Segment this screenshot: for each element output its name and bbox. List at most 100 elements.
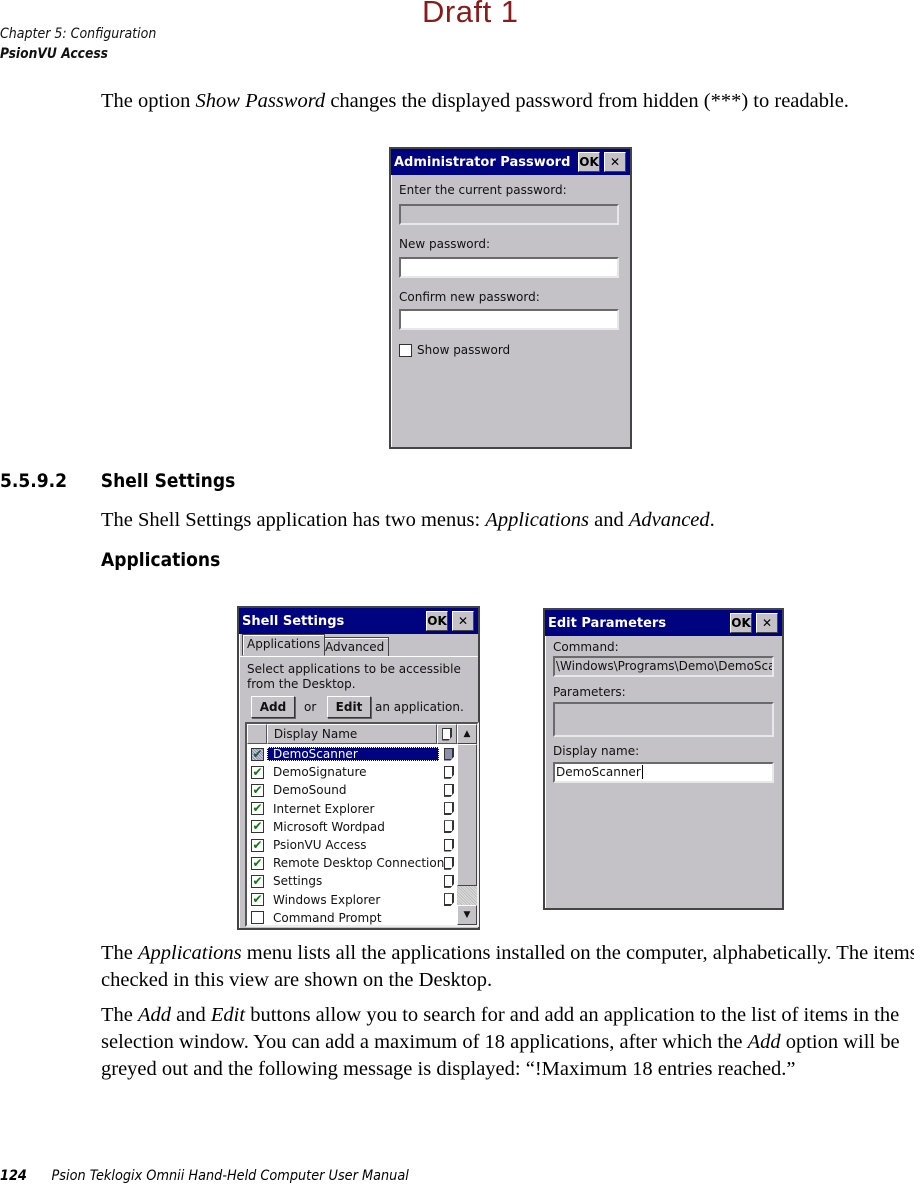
item-doc-cell — [439, 893, 459, 907]
check-icon: ✔ — [252, 746, 263, 761]
item-checkbox[interactable]: ✔ — [250, 782, 264, 797]
item-checkbox[interactable]: ✔ — [250, 819, 264, 834]
dialog-title: Administrator Password — [394, 154, 571, 170]
text: and — [171, 1004, 211, 1026]
list-item[interactable]: Command Prompt — [247, 909, 459, 925]
close-icon[interactable]: ✕ — [756, 613, 778, 633]
scrollbar[interactable]: ▲ ▼ — [457, 724, 477, 925]
item-checkbox[interactable]: ✔ — [250, 874, 264, 888]
item-checkbox[interactable]: ✔ — [250, 856, 264, 870]
command-field[interactable]: \Windows\Programs\Demo\DemoScan — [553, 656, 774, 677]
scroll-thumb[interactable] — [457, 744, 477, 886]
item-name: Settings — [273, 874, 323, 889]
document-icon — [444, 802, 454, 816]
list-item[interactable]: ✔ Remote Desktop Connection — [247, 854, 459, 872]
dialog-title-bar: Administrator Password OK ✕ — [391, 149, 630, 175]
show-password-checkbox[interactable] — [399, 343, 412, 357]
item-checkbox-cell[interactable]: ✔ — [247, 746, 267, 761]
scroll-down-button[interactable]: ▼ — [457, 905, 477, 925]
checkbox-column-header[interactable] — [247, 724, 267, 744]
dialog-title: Shell Settings — [242, 613, 345, 629]
item-name: Microsoft Wordpad — [273, 819, 385, 834]
item-name: DemoScanner — [267, 747, 439, 761]
document-icon — [444, 747, 454, 761]
ok-button[interactable]: OK — [426, 611, 448, 631]
description-text: Select applications to be accessible fro… — [247, 662, 461, 691]
command-label: Command: — [553, 640, 619, 654]
display-name-value: DemoScanner — [556, 765, 641, 779]
item-checkbox-cell[interactable] — [247, 911, 267, 925]
close-icon[interactable]: ✕ — [452, 611, 474, 631]
administrator-password-dialog: Administrator Password OK ✕ Enter the cu… — [389, 147, 632, 449]
text: . — [709, 509, 715, 531]
suffix-label: an application. — [375, 700, 464, 714]
dialog-title-bar: Edit Parameters OK ✕ — [545, 610, 782, 636]
item-name: Windows Explorer — [273, 892, 381, 907]
list-item[interactable]: ✔ Microsoft Wordpad — [247, 818, 459, 836]
close-icon[interactable]: ✕ — [604, 152, 626, 172]
item-checkbox-cell[interactable]: ✔ — [247, 782, 267, 797]
ok-button[interactable]: OK — [730, 613, 752, 633]
item-checkbox[interactable]: ✔ — [250, 801, 264, 816]
item-checkbox-cell[interactable]: ✔ — [247, 856, 267, 870]
edit-parameters-dialog: Edit Parameters OK ✕ Command: \Windows\P… — [543, 608, 784, 910]
scroll-track[interactable] — [457, 886, 477, 905]
confirm-password-field[interactable] — [399, 309, 619, 330]
edit-button[interactable]: Edit — [327, 696, 371, 718]
item-name: DemoSignature — [273, 765, 367, 780]
document-icon — [444, 783, 454, 797]
check-icon: ✔ — [252, 782, 263, 797]
tab-advanced[interactable]: Advanced — [320, 637, 390, 656]
current-password-field[interactable] — [399, 204, 619, 225]
intro-paragraph: The option Show Password changes the dis… — [101, 88, 914, 115]
item-checkbox[interactable]: ✔ — [250, 837, 264, 852]
item-checkbox-cell[interactable]: ✔ — [247, 801, 267, 816]
add-button[interactable]: Add — [251, 696, 295, 718]
item-doc-cell — [439, 856, 459, 870]
display-name-column-header[interactable]: Display Name — [266, 724, 438, 744]
document-icon — [444, 856, 454, 870]
add-edit-paragraph: The Add and Edit buttons allow you to se… — [101, 1002, 914, 1083]
item-doc-cell — [439, 838, 459, 852]
list-item[interactable]: ✔ DemoScanner — [247, 745, 459, 763]
item-checkbox-cell[interactable]: ✔ — [247, 764, 267, 779]
new-password-field[interactable] — [399, 257, 619, 278]
document-icon — [444, 874, 454, 888]
document-icon — [444, 820, 454, 834]
list-item[interactable]: ✔ DemoSound — [247, 781, 459, 799]
item-name: Internet Explorer — [273, 801, 375, 816]
list-item[interactable]: ✔ Settings — [247, 872, 459, 890]
chapter-header: Chapter 5: Configuration — [0, 26, 157, 42]
manual-title: Psion Teklogix Omnii Hand-Held Computer … — [51, 1168, 409, 1184]
text: The Shell Settings application has two m… — [101, 509, 486, 531]
new-password-label: New password: — [399, 237, 491, 251]
emphasis: Edit — [210, 1004, 246, 1026]
display-name-field[interactable]: DemoScanner — [553, 762, 774, 783]
check-icon: ✔ — [252, 819, 263, 834]
item-checkbox-cell[interactable]: ✔ — [247, 837, 267, 852]
show-password-row[interactable]: Show password — [399, 343, 510, 357]
parameters-field[interactable] — [553, 702, 774, 737]
tab-applications[interactable]: Applications — [242, 634, 326, 656]
check-icon: ✔ — [252, 764, 263, 779]
doc-column-header[interactable] — [437, 724, 457, 744]
show-password-label: Show password — [417, 343, 511, 357]
list-item[interactable]: ✔ Internet Explorer — [247, 800, 459, 818]
scroll-up-button[interactable]: ▲ — [457, 724, 477, 744]
list-item[interactable]: ✔ PsionVU Access — [247, 836, 459, 854]
ok-button[interactable]: OK — [578, 152, 600, 172]
item-checkbox[interactable]: ✔ — [250, 764, 264, 779]
item-checkbox[interactable] — [250, 911, 264, 925]
item-checkbox[interactable]: ✔ — [250, 892, 264, 907]
item-doc-cell — [439, 765, 459, 779]
check-icon: ✔ — [252, 801, 263, 816]
item-checkbox[interactable]: ✔ — [250, 746, 264, 761]
item-checkbox-cell[interactable]: ✔ — [247, 819, 267, 834]
item-checkbox-cell[interactable]: ✔ — [247, 874, 267, 888]
list-item[interactable]: ✔ Windows Explorer — [247, 891, 459, 909]
item-name: DemoSound — [273, 783, 347, 798]
check-icon: ✔ — [252, 837, 263, 852]
item-checkbox-cell[interactable]: ✔ — [247, 892, 267, 907]
list-item[interactable]: ✔ DemoSignature — [247, 763, 459, 781]
check-icon: ✔ — [252, 892, 263, 907]
